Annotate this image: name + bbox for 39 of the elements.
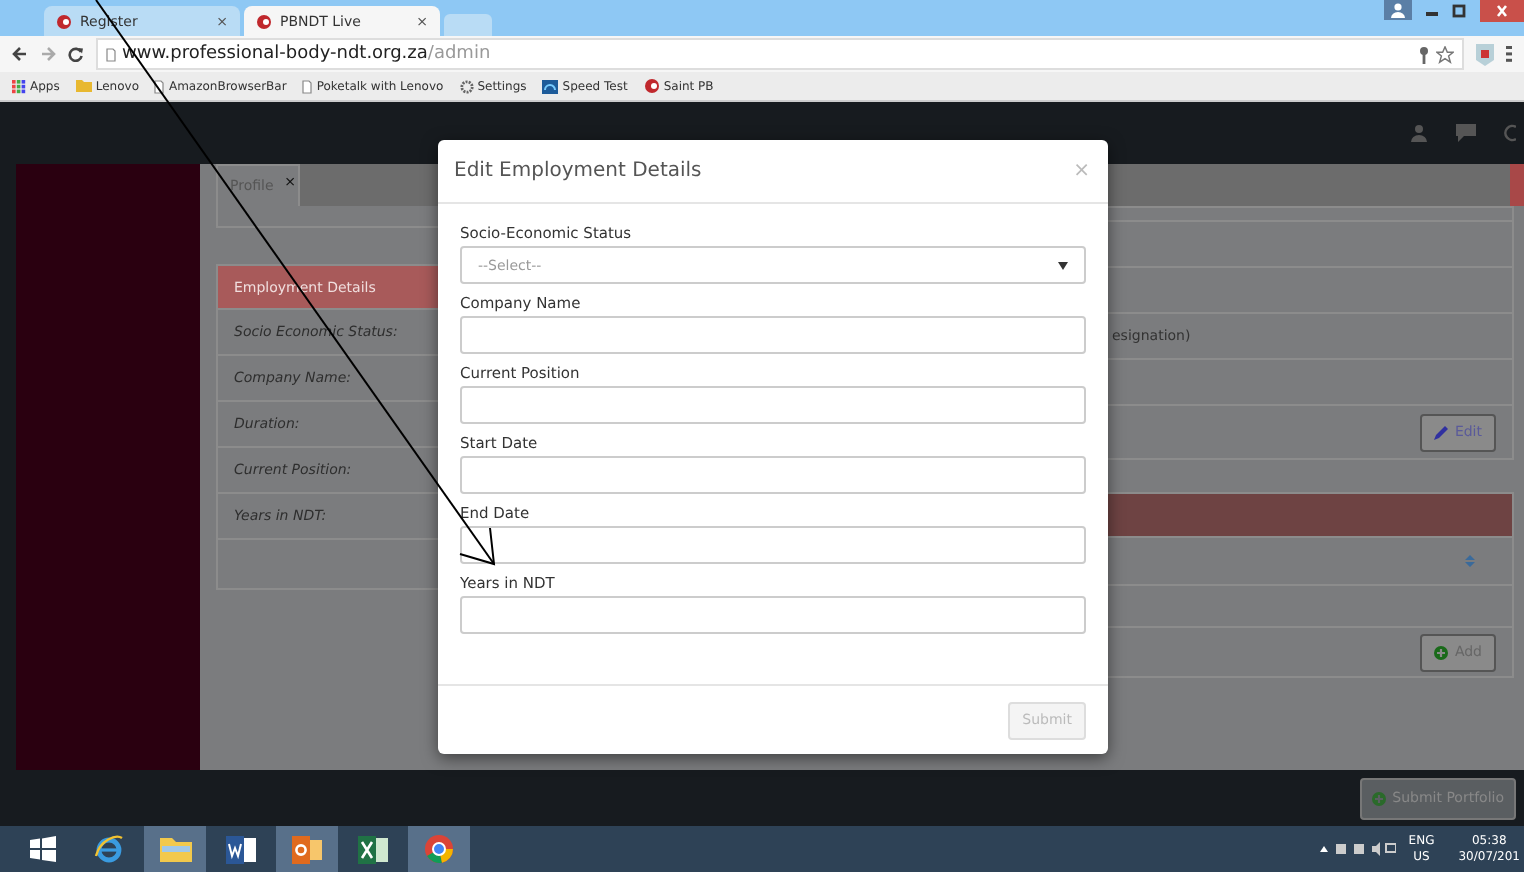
- site-icon: [256, 13, 272, 29]
- menu-icon[interactable]: [1506, 44, 1512, 64]
- input-field[interactable]: [460, 526, 1086, 564]
- plus-icon: [1434, 645, 1449, 659]
- folder-icon[interactable]: [159, 836, 191, 862]
- close-icon[interactable]: [1480, 0, 1524, 22]
- apps-grid-icon: [12, 79, 26, 93]
- document-app-icon[interactable]: [226, 835, 256, 863]
- star-icon[interactable]: [1436, 45, 1454, 63]
- plus-icon: [1372, 791, 1387, 805]
- site-icon: [56, 13, 72, 29]
- user-icon[interactable]: [1410, 124, 1428, 142]
- gear-icon: [459, 79, 474, 93]
- windows-logo-icon[interactable]: [30, 836, 56, 862]
- chat-icon[interactable]: [1456, 124, 1476, 142]
- input-field[interactable]: [460, 596, 1086, 634]
- browser-icon[interactable]: [94, 834, 124, 864]
- folder-icon: [75, 80, 92, 92]
- input-field[interactable]: [460, 456, 1086, 494]
- input-field[interactable]: [460, 316, 1086, 354]
- page-icon: [154, 79, 165, 93]
- modal-title: Edit Employment Details: [454, 160, 702, 182]
- site-icon: [643, 78, 660, 94]
- tab-accent: [1510, 164, 1524, 206]
- mail-app-icon[interactable]: [292, 835, 322, 863]
- chrome-like-icon[interactable]: [424, 834, 454, 864]
- extension-icon[interactable]: [1476, 43, 1494, 65]
- input-field[interactable]: [460, 386, 1086, 424]
- reload-icon[interactable]: [68, 46, 84, 62]
- restore-icon[interactable]: [1452, 0, 1468, 20]
- pencil-icon: [1434, 425, 1449, 439]
- tray-icons: [1320, 842, 1397, 856]
- back-icon[interactable]: [12, 46, 28, 62]
- page-icon: [302, 79, 313, 93]
- key-icon[interactable]: [1418, 45, 1430, 63]
- gauge-icon: [542, 79, 559, 93]
- page-icon: [106, 47, 116, 61]
- user-icon[interactable]: [1384, 0, 1412, 20]
- spreadsheet-app-icon[interactable]: [358, 835, 388, 863]
